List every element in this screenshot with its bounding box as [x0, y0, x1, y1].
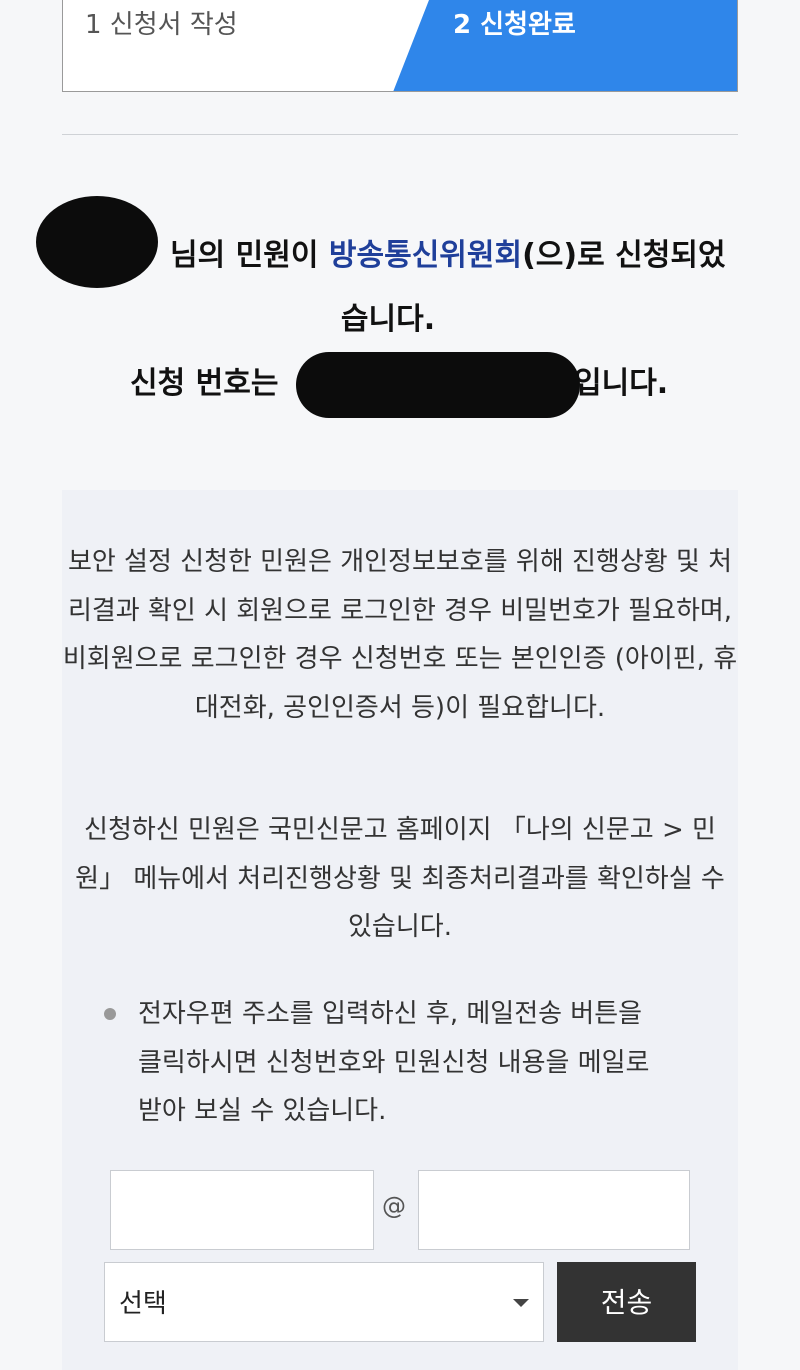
status-check-notice: 신청하신 민원은 국민신문고 홈페이지 「나의 신문고 > 민원」 메뉴에서 처… — [75, 815, 725, 942]
step-2-label: 2 신청완료 — [453, 10, 576, 40]
email-domain-input[interactable] — [418, 1170, 690, 1250]
bullet-icon — [104, 1008, 116, 1020]
progress-steps: 1 신청서 작성 2 신청완료 — [62, 0, 738, 92]
application-number-suffix: 입니다. — [574, 366, 669, 401]
organization-name: 방송통신위원회 — [328, 238, 523, 273]
chevron-down-icon — [513, 1299, 529, 1307]
email-notice-text: 전자우편 주소를 입력하신 후, 메일전송 버튼을 클릭하시면 신청번호와 민원… — [138, 999, 650, 1126]
application-number-label: 신청 번호는 — [130, 366, 279, 401]
security-notice: 보안 설정 신청한 민원은 개인정보보호를 위해 진행상황 및 처리결과 확인 … — [62, 547, 738, 723]
redacted-name — [36, 196, 158, 288]
at-symbol: @ — [382, 1192, 406, 1220]
email-local-input[interactable] — [110, 1170, 374, 1250]
result-line-2: 습니다. — [340, 302, 436, 337]
result-line-1: 님의 민원이 방송통신위원회(으)로 신청되었 — [170, 230, 790, 274]
result-line-1-tail: (으)로 신청되었 — [522, 238, 726, 273]
send-button[interactable]: 전송 — [557, 1262, 696, 1342]
step-2-active: 2 신청완료 — [393, 0, 737, 91]
email-domain-select[interactable]: 선택 — [104, 1262, 544, 1342]
result-name-suffix: 님의 민원이 — [170, 238, 329, 273]
divider — [62, 134, 738, 135]
redacted-application-number — [296, 352, 580, 418]
step-1-label: 1 신청서 작성 — [85, 10, 238, 40]
select-value: 선택 — [119, 1289, 167, 1319]
